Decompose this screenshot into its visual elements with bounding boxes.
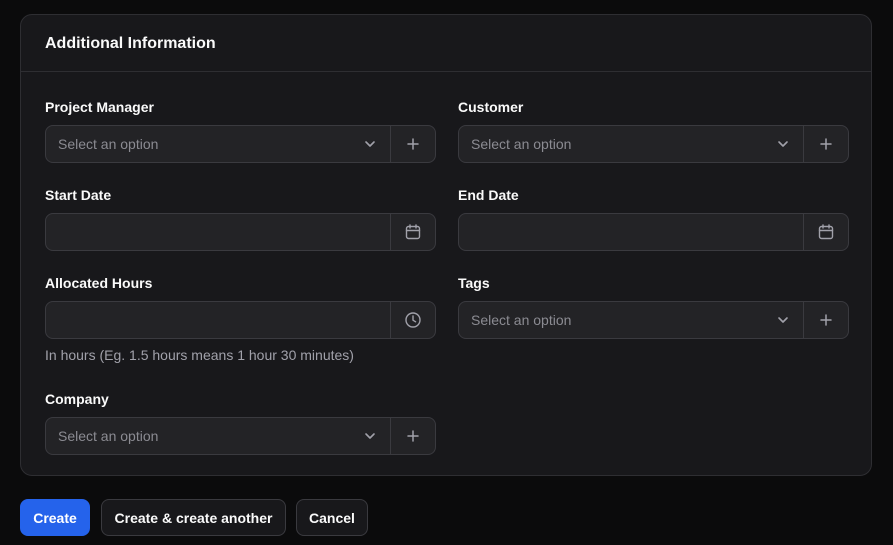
tags-select[interactable]: Select an option bbox=[458, 301, 849, 339]
project-manager-field: Project Manager Select an option bbox=[45, 97, 436, 163]
customer-select[interactable]: Select an option bbox=[458, 125, 849, 163]
start-date-input[interactable] bbox=[45, 213, 436, 251]
tags-placeholder: Select an option bbox=[471, 312, 572, 328]
section-title: Additional Information bbox=[21, 15, 871, 72]
start-date-value[interactable] bbox=[46, 214, 390, 250]
end-date-input[interactable] bbox=[458, 213, 849, 251]
plus-icon bbox=[818, 312, 834, 328]
calendar-icon bbox=[817, 223, 835, 241]
plus-icon bbox=[405, 428, 421, 444]
chevron-down-icon bbox=[775, 136, 791, 152]
additional-information-card: Additional Information Project Manager S… bbox=[20, 14, 872, 476]
end-date-picker-button[interactable] bbox=[803, 214, 848, 250]
create-another-button[interactable]: Create & create another bbox=[101, 499, 286, 536]
project-manager-select-trigger[interactable]: Select an option bbox=[46, 126, 390, 162]
customer-select-trigger[interactable]: Select an option bbox=[459, 126, 803, 162]
tags-add-button[interactable] bbox=[803, 302, 848, 338]
chevron-down-icon bbox=[362, 428, 378, 444]
end-date-value[interactable] bbox=[459, 214, 803, 250]
plus-icon bbox=[818, 136, 834, 152]
tags-select-trigger[interactable]: Select an option bbox=[459, 302, 803, 338]
clock-icon bbox=[404, 311, 422, 329]
calendar-icon bbox=[404, 223, 422, 241]
allocated-hours-field: Allocated Hours In hours (Eg. 1.5 hours … bbox=[45, 273, 436, 363]
start-date-label: Start Date bbox=[45, 187, 112, 203]
customer-add-button[interactable] bbox=[803, 126, 848, 162]
end-date-field: End Date bbox=[458, 185, 849, 251]
project-manager-label: Project Manager bbox=[45, 99, 154, 115]
customer-label: Customer bbox=[458, 99, 524, 115]
allocated-hours-time-button[interactable] bbox=[390, 302, 435, 338]
company-placeholder: Select an option bbox=[58, 428, 159, 444]
customer-field: Customer Select an option bbox=[458, 97, 849, 163]
plus-icon bbox=[405, 136, 421, 152]
tags-field: Tags Select an option bbox=[458, 273, 849, 339]
project-manager-placeholder: Select an option bbox=[58, 136, 159, 152]
start-date-field: Start Date bbox=[45, 185, 436, 251]
project-manager-select[interactable]: Select an option bbox=[45, 125, 436, 163]
tags-label: Tags bbox=[458, 275, 490, 291]
cancel-button[interactable]: Cancel bbox=[296, 499, 368, 536]
chevron-down-icon bbox=[362, 136, 378, 152]
allocated-hours-label: Allocated Hours bbox=[45, 275, 153, 291]
allocated-hours-value[interactable] bbox=[46, 302, 390, 338]
allocated-hours-hint: In hours (Eg. 1.5 hours means 1 hour 30 … bbox=[45, 347, 354, 363]
create-button[interactable]: Create bbox=[20, 499, 90, 536]
allocated-hours-input[interactable] bbox=[45, 301, 436, 339]
end-date-label: End Date bbox=[458, 187, 519, 203]
project-manager-add-button[interactable] bbox=[390, 126, 435, 162]
company-label: Company bbox=[45, 391, 109, 407]
company-select[interactable]: Select an option bbox=[45, 417, 436, 455]
company-add-button[interactable] bbox=[390, 418, 435, 454]
company-select-trigger[interactable]: Select an option bbox=[46, 418, 390, 454]
chevron-down-icon bbox=[775, 312, 791, 328]
start-date-picker-button[interactable] bbox=[390, 214, 435, 250]
company-field: Company Select an option bbox=[45, 389, 436, 455]
customer-placeholder: Select an option bbox=[471, 136, 572, 152]
